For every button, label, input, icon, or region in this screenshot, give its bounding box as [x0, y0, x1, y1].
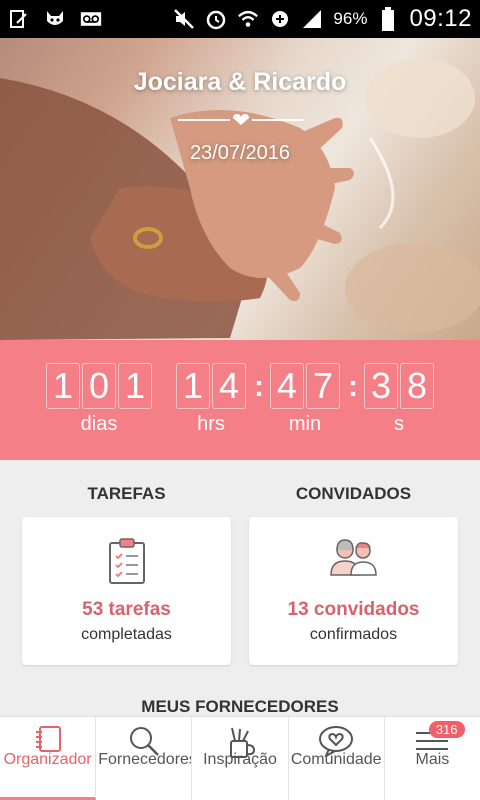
clock: 09:12 — [409, 5, 472, 32]
days-label: dias — [80, 413, 118, 435]
seconds-label: s — [394, 413, 404, 435]
time-separator: : — [348, 370, 358, 403]
nav-label: Comunidade — [290, 751, 382, 768]
mute-icon — [173, 8, 195, 30]
guests-count: 13 convidados — [287, 599, 420, 620]
minutes-label: min — [288, 413, 322, 435]
guests-card[interactable]: 13 convidados confirmados — [249, 517, 458, 665]
clipboard-checklist-icon — [108, 538, 145, 584]
minutes-digit: 7 — [306, 363, 340, 409]
bottom-nav: Organizador Fornecedores Inspiração Comu… — [0, 716, 480, 800]
tasks-count: 53 tarefas — [82, 599, 171, 620]
nav-fornecedores[interactable]: Fornecedores — [96, 717, 193, 800]
notebook-icon — [35, 726, 61, 752]
couple-names: Jociara & Ricardo — [133, 68, 347, 96]
hours-label: hrs — [197, 413, 225, 435]
battery-percent: 96% — [333, 9, 368, 28]
suppliers-title: MEUS FORNECEDORES — [141, 697, 339, 716]
days-digit: 1 — [118, 363, 152, 409]
cat-app-icon — [44, 8, 66, 30]
guests-couple-icon — [329, 539, 377, 576]
seconds-digit: 3 — [364, 363, 398, 409]
signal-icon — [301, 8, 323, 30]
nav-label: Fornecedores — [98, 751, 193, 768]
countdown: 1 0 1 1 4 : 4 7 : 3 8 dias hrs min s — [0, 340, 480, 460]
nav-label: Organizador — [3, 751, 92, 768]
status-bar: 96% 09:12 — [0, 0, 480, 38]
nav-mais[interactable]: 316 Mais — [385, 717, 480, 800]
heart-divider-icon — [178, 114, 304, 125]
data-saver-icon — [269, 8, 291, 30]
nav-inspiracao[interactable]: Inspiração — [192, 717, 289, 800]
nav-comunidade[interactable]: Comunidade — [289, 717, 385, 800]
tasks-subtitle: completadas — [81, 626, 172, 643]
cover-photo[interactable]: Jociara & Ricardo 23/07/2016 — [0, 38, 480, 340]
nav-organizador[interactable]: Organizador — [0, 717, 97, 800]
edit-note-icon — [8, 8, 30, 30]
guests-title: CONVIDADOS — [295, 484, 412, 503]
battery-icon — [377, 7, 399, 31]
wifi-icon — [237, 8, 259, 30]
time-separator: : — [254, 370, 264, 403]
guests-subtitle: confirmados — [309, 626, 398, 643]
days-digit: 1 — [46, 363, 80, 409]
hours-digit: 4 — [212, 363, 246, 409]
tasks-title: TAREFAS — [87, 484, 166, 503]
wedding-date: 23/07/2016 — [189, 142, 291, 164]
minutes-digit: 4 — [270, 363, 304, 409]
nav-label: Mais — [415, 751, 450, 768]
seconds-digit: 8 — [400, 363, 434, 409]
tasks-card[interactable]: 53 tarefas completadas — [22, 517, 231, 665]
days-digit: 0 — [82, 363, 116, 409]
hours-digit: 1 — [176, 363, 210, 409]
notification-badge: 316 — [428, 721, 465, 738]
alarm-icon — [205, 8, 227, 30]
nav-label: Inspiração — [203, 751, 277, 768]
voicemail-icon — [80, 8, 102, 30]
